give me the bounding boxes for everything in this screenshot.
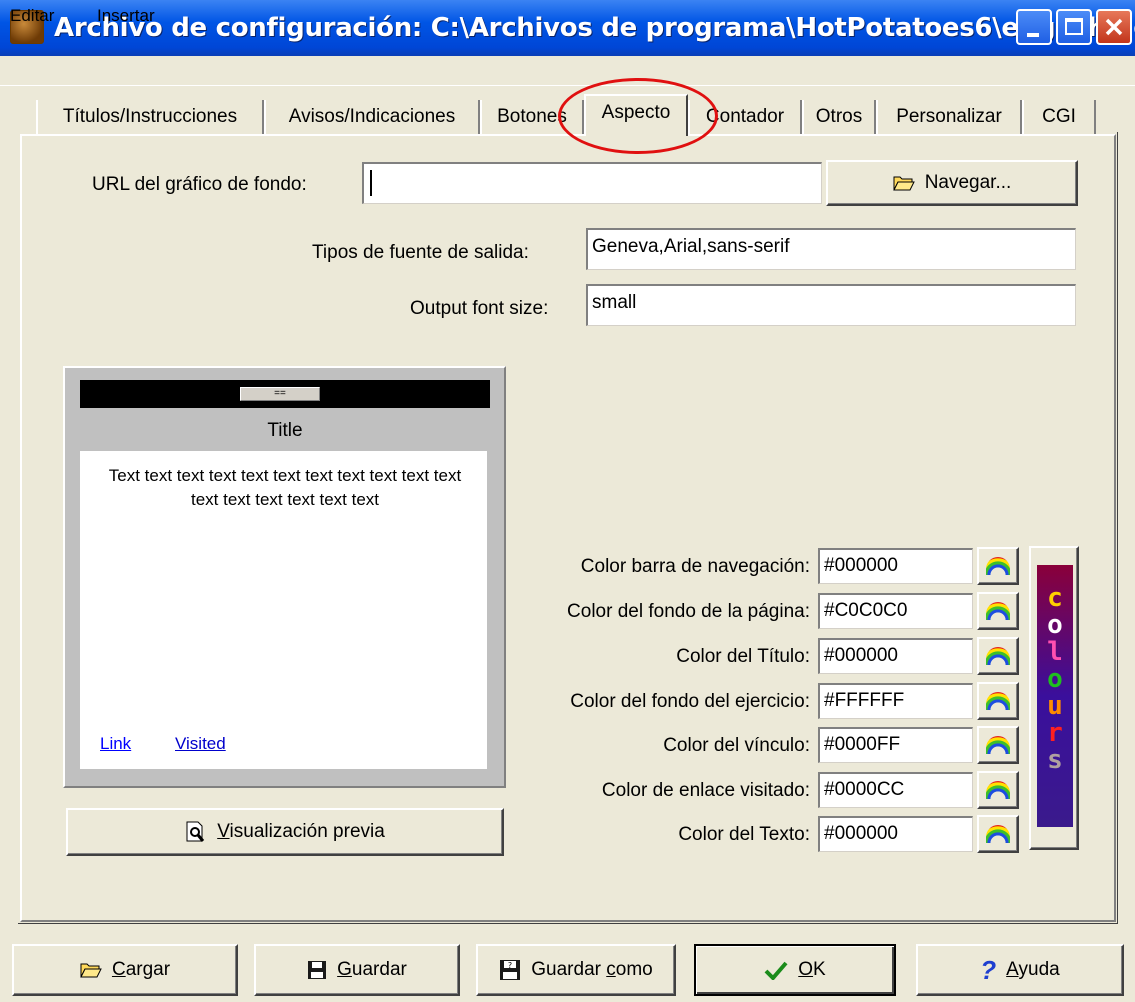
color-picker-button[interactable] [977,637,1019,675]
ok-button-label: OK [798,959,826,980]
colours-logo-letter: c [1047,583,1063,613]
color-picker-button[interactable] [977,547,1019,585]
save-button[interactable]: Guardar [254,944,460,996]
color-value-input[interactable]: #0000FF [818,727,973,763]
colours-logo-letter: u [1047,691,1063,721]
text-cursor [370,170,372,196]
color-label: Color del fondo de la página: [567,601,810,622]
menu-bar [0,56,1135,86]
rainbow-icon [986,557,1010,575]
rainbow-icon [986,602,1010,620]
color-label: Color de enlace visitado: [601,780,810,801]
rainbow-icon [986,736,1010,754]
font-family-input[interactable]: Geneva,Arial,sans-serif [586,228,1076,270]
rainbow-icon [986,781,1010,799]
color-label: Color del vínculo: [663,735,810,756]
highlight-circle [558,78,718,154]
preview-link: Link [100,734,132,753]
browse-button[interactable]: Navegar... [826,160,1078,206]
save-as-button-label: Guardar como [531,959,653,980]
color-label: Color barra de navegación: [580,556,810,577]
save-button-label: Guardar [337,959,407,980]
font-size-label: Output font size: [410,298,549,319]
maximize-icon [1065,18,1083,35]
color-picker-button[interactable] [977,815,1019,853]
color-value-input[interactable]: #C0C0C0 [818,593,973,629]
minimize-button[interactable] [1016,9,1052,45]
rainbow-icon [986,825,1010,843]
help-button-label: Ayuda [1006,959,1060,980]
color-picker-button[interactable] [977,682,1019,720]
tab-feedback-hints[interactable]: Avisos/Indicaciones [264,100,480,134]
load-button-label: Cargar [111,959,171,980]
tab-cgi[interactable]: CGI [1022,100,1096,134]
color-value-input[interactable]: #000000 [818,638,973,674]
load-button[interactable]: Cargar [12,944,238,996]
rainbow-icon [986,647,1010,665]
font-size-input[interactable]: small [586,284,1076,326]
svg-text:?: ? [508,961,512,970]
checkmark-icon [764,961,788,980]
color-value-input[interactable]: #000000 [818,816,973,852]
preview-title: Title [267,420,303,441]
menu-edit[interactable]: Editar [10,4,54,28]
help-button[interactable]: ? Ayuda [916,944,1124,996]
colours-logo-letter: l [1047,637,1063,667]
maximize-button[interactable] [1056,9,1092,45]
tab-titles-instructions[interactable]: Títulos/Instrucciones [36,100,264,134]
save-as-button[interactable]: ? Guardar como [476,944,676,996]
minimize-icon [1027,33,1039,37]
font-family-label: Tipos de fuente de salida: [312,242,529,263]
color-value-input[interactable]: #FFFFFF [818,683,973,719]
browse-button-label: Navegar... [924,172,1012,193]
color-label: Color del Título: [676,646,810,667]
color-picker-button[interactable] [977,726,1019,764]
preview-button[interactable]: Visualización previa [66,808,504,856]
close-icon [1105,18,1123,36]
color-value-input[interactable]: #000000 [818,548,973,584]
colours-logo-letter: s [1047,745,1063,775]
folder-open-icon [80,963,102,978]
background-url-label: URL del gráfico de fondo: [92,174,307,195]
window-title: Archivo de configuración: C:\Archivos de… [54,13,1135,43]
floppy-disk-icon [308,961,327,979]
preview-text: Text text text text text text text text … [108,466,462,509]
background-url-input[interactable] [362,162,822,204]
folder-open-icon [892,176,915,191]
preview-nav-button: == [240,387,320,401]
colours-logo-letter: o [1047,610,1063,640]
menu-insert[interactable]: Insertar [97,4,155,28]
color-picker-button[interactable] [977,771,1019,809]
magnifier-page-icon [186,821,205,842]
question-mark-icon: ? [980,954,997,985]
colours-logo: colours [1037,565,1073,827]
tab-other[interactable]: Otros [802,100,876,134]
color-label: Color del fondo del ejercicio: [570,691,810,712]
rainbow-icon [986,692,1010,710]
preview-button-label: Visualización previa [217,821,385,842]
tab-customize[interactable]: Personalizar [876,100,1022,134]
color-picker-button[interactable] [977,592,1019,630]
colours-logo-letter: r [1047,718,1063,748]
close-button[interactable] [1096,9,1132,45]
ok-button[interactable]: OK [694,944,896,996]
color-value-input[interactable]: #0000CC [818,772,973,808]
colours-logo-letter: o [1047,664,1063,694]
color-label: Color del Texto: [678,824,810,845]
save-as-disk-icon: ? [500,960,521,980]
preview-visited-link: Visited [175,734,226,753]
